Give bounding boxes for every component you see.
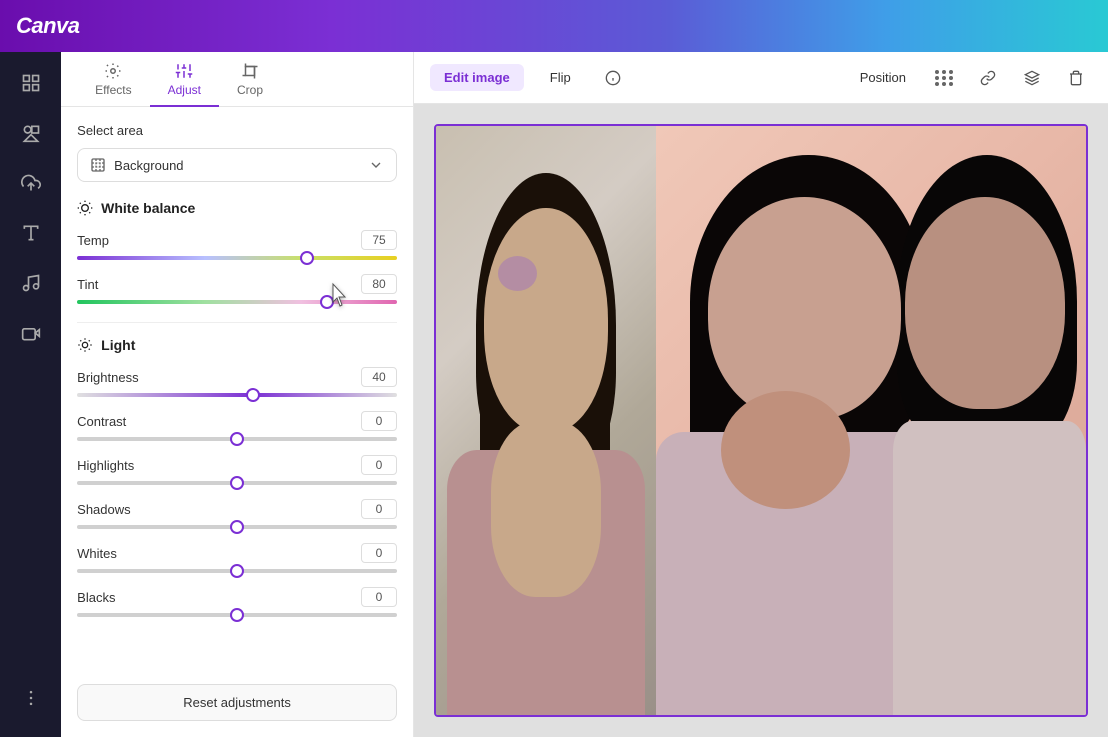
flip-button[interactable]: Flip xyxy=(536,64,585,91)
highlights-slider-row: Highlights 0 xyxy=(77,455,397,485)
highlights-value: 0 xyxy=(361,455,397,475)
blacks-value: 0 xyxy=(361,587,397,607)
position-label: Position xyxy=(860,70,906,85)
blacks-slider-row: Blacks 0 xyxy=(77,587,397,617)
white-balance-icon xyxy=(77,200,93,216)
shadows-slider-row: Shadows 0 xyxy=(77,499,397,529)
whites-label: Whites xyxy=(77,546,117,561)
contrast-slider-row: Contrast 0 xyxy=(77,411,397,441)
whites-value: 0 xyxy=(361,543,397,563)
sidebar-item-video[interactable] xyxy=(8,310,54,356)
shadows-track[interactable] xyxy=(77,525,397,529)
white-balance-label: White balance xyxy=(101,200,195,216)
contrast-track[interactable] xyxy=(77,437,397,441)
tint-slider-row: Tint 80 xyxy=(77,274,397,304)
brightness-track[interactable] xyxy=(77,393,397,397)
tab-effects-label: Effects xyxy=(95,83,131,97)
wb-light-divider xyxy=(77,322,397,323)
sidebar-content: Select area Background White balance xyxy=(61,107,413,676)
brightness-label: Brightness xyxy=(77,370,138,385)
position-grid-button[interactable] xyxy=(928,62,960,94)
position-button[interactable]: Position xyxy=(850,64,916,91)
tint-value: 80 xyxy=(361,274,397,294)
sidebar-item-text[interactable] xyxy=(8,210,54,256)
contrast-thumb[interactable] xyxy=(230,432,244,446)
whites-thumb[interactable] xyxy=(230,564,244,578)
shadows-thumb[interactable] xyxy=(230,520,244,534)
area-dropdown-icon xyxy=(90,157,106,173)
blacks-track[interactable] xyxy=(77,613,397,617)
sidebar-item-templates[interactable] xyxy=(8,60,54,106)
area-dropdown[interactable]: Background xyxy=(77,148,397,182)
info-icon xyxy=(605,70,621,86)
image-right xyxy=(656,126,1086,715)
highlights-thumb[interactable] xyxy=(230,476,244,490)
light-section: Light Brightness 40 Contrast xyxy=(77,337,397,617)
tab-crop-label: Crop xyxy=(237,83,263,97)
reset-adjustments-button[interactable]: Reset adjustments xyxy=(77,684,397,721)
info-button[interactable] xyxy=(597,62,629,94)
light-icon xyxy=(77,337,93,353)
highlights-track[interactable] xyxy=(77,481,397,485)
temp-track[interactable] xyxy=(77,256,397,260)
sidebar-item-elements[interactable] xyxy=(8,110,54,156)
canvas-area: Edit image Flip Position xyxy=(414,52,1108,737)
sidebar-item-more[interactable] xyxy=(8,675,54,721)
temp-label: Temp xyxy=(77,233,109,248)
tab-adjust-label: Adjust xyxy=(168,83,201,97)
tab-adjust[interactable]: Adjust xyxy=(150,52,219,107)
sidebar-panel: Effects Adjust Crop Select area Backgrou… xyxy=(61,52,414,737)
select-area-section: Select area Background xyxy=(77,123,397,182)
icon-bar xyxy=(0,52,61,737)
blacks-label: Blacks xyxy=(77,590,115,605)
light-title: Light xyxy=(77,337,397,353)
temp-value: 75 xyxy=(361,230,397,250)
light-label: Light xyxy=(101,337,135,353)
shadows-label: Shadows xyxy=(77,502,130,517)
brightness-value: 40 xyxy=(361,367,397,387)
link-icon xyxy=(980,70,996,86)
sidebar-item-uploads[interactable] xyxy=(8,160,54,206)
image-left xyxy=(436,126,656,715)
main-layout: Effects Adjust Crop Select area Backgrou… xyxy=(0,52,1108,737)
canvas-toolbar: Edit image Flip Position xyxy=(414,52,1108,104)
brightness-thumb[interactable] xyxy=(246,388,260,402)
area-dropdown-value: Background xyxy=(114,158,183,173)
tab-bar: Effects Adjust Crop xyxy=(61,52,413,107)
topbar: Canva xyxy=(0,0,1108,52)
trash-button[interactable] xyxy=(1060,62,1092,94)
whites-track[interactable] xyxy=(77,569,397,573)
trash-icon xyxy=(1068,70,1084,86)
tab-effects[interactable]: Effects xyxy=(77,52,149,107)
highlights-label: Highlights xyxy=(77,458,134,473)
temp-slider-row: Temp 75 xyxy=(77,230,397,260)
shadows-value: 0 xyxy=(361,499,397,519)
contrast-value: 0 xyxy=(361,411,397,431)
layers-button[interactable] xyxy=(1016,62,1048,94)
tint-thumb[interactable] xyxy=(320,295,334,309)
blacks-thumb[interactable] xyxy=(230,608,244,622)
layers-icon xyxy=(1024,70,1040,86)
image-container xyxy=(434,124,1088,717)
tab-crop[interactable]: Crop xyxy=(219,52,281,107)
brightness-slider-row: Brightness 40 xyxy=(77,367,397,397)
whites-slider-row: Whites 0 xyxy=(77,543,397,573)
select-area-label: Select area xyxy=(77,123,397,138)
dropdown-chevron-icon xyxy=(368,157,384,173)
white-balance-section: White balance Temp 75 Tint 8 xyxy=(77,200,397,304)
position-dots-icon xyxy=(931,66,958,90)
contrast-label: Contrast xyxy=(77,414,126,429)
white-balance-title: White balance xyxy=(77,200,397,216)
canva-logo: Canva xyxy=(16,13,80,39)
canvas-content[interactable] xyxy=(414,104,1108,737)
link-button[interactable] xyxy=(972,62,1004,94)
temp-thumb[interactable] xyxy=(300,251,314,265)
tint-label: Tint xyxy=(77,277,98,292)
edit-image-button[interactable]: Edit image xyxy=(430,64,524,91)
sidebar-item-audio[interactable] xyxy=(8,260,54,306)
tint-track[interactable] xyxy=(77,300,397,304)
